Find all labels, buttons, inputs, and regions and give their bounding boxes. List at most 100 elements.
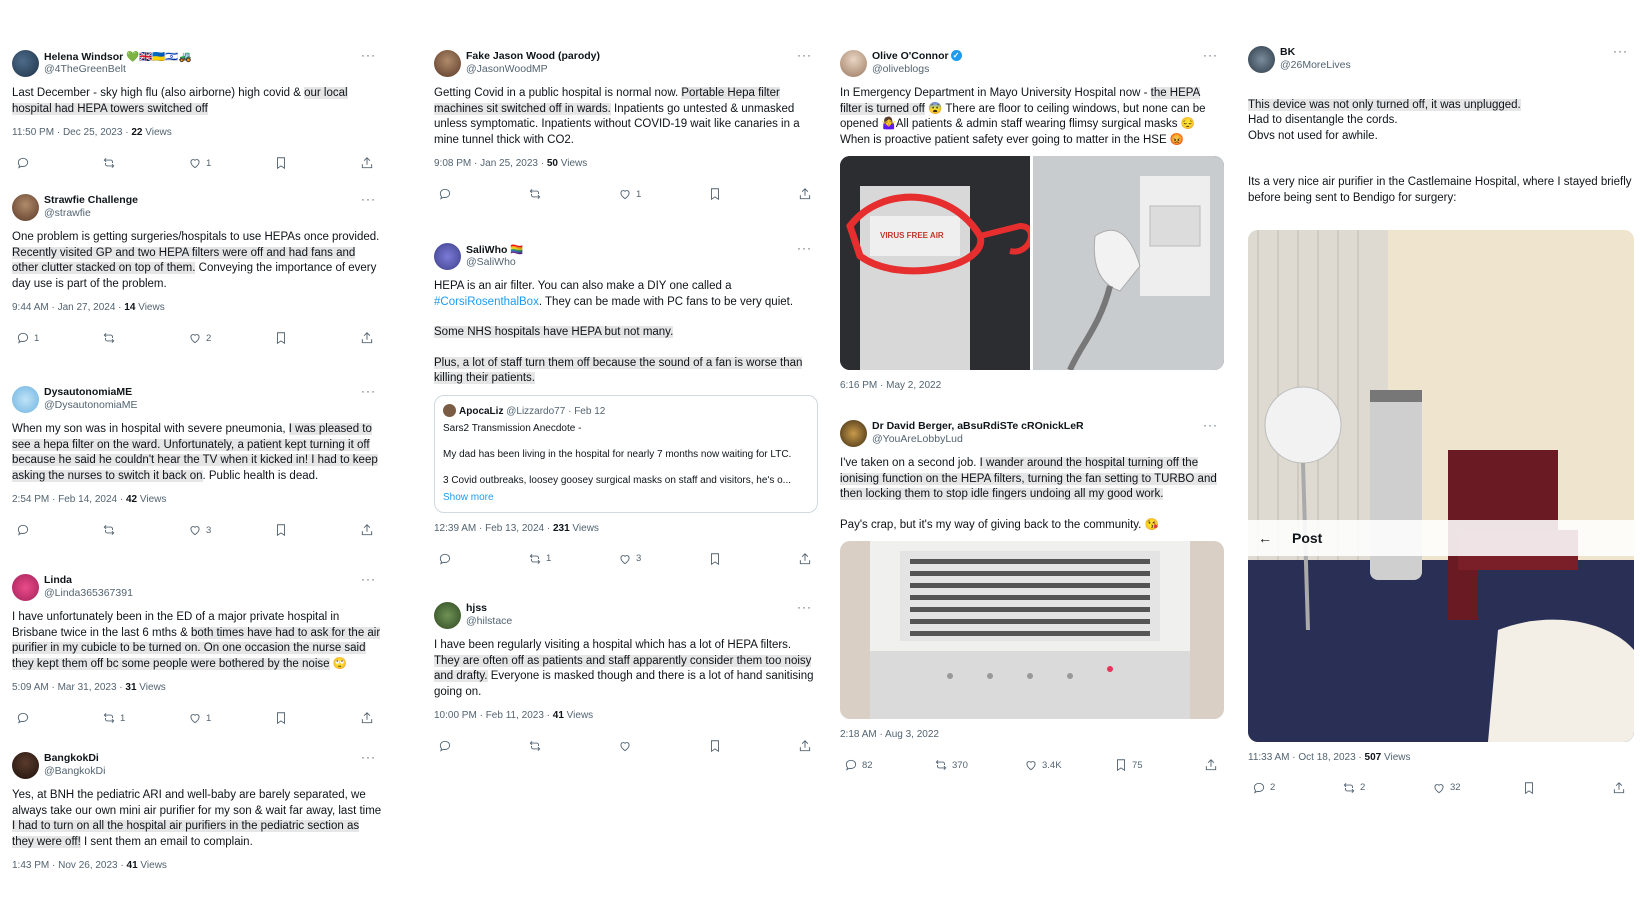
bookmark-button[interactable] xyxy=(274,523,288,537)
like-button[interactable]: 1 xyxy=(188,711,211,725)
reply-button[interactable]: 2 xyxy=(1252,781,1275,795)
bookmark-button[interactable]: 75 xyxy=(1114,758,1143,772)
author-name[interactable]: Linda xyxy=(44,574,72,586)
avatar[interactable] xyxy=(12,386,39,413)
author-name[interactable]: SaliWho 🏳️‍🌈 xyxy=(466,243,523,256)
tweet-david-berger[interactable]: Dr David Berger, aBsuRdiSTe cROnickLeR @… xyxy=(840,418,1224,774)
share-button[interactable] xyxy=(360,711,374,725)
retweet-button[interactable] xyxy=(528,739,542,753)
bookmark-button[interactable] xyxy=(708,552,722,566)
more-icon[interactable]: ··· xyxy=(1613,44,1628,58)
tweet-helena[interactable]: Helena Windsor 💚🇬🇧🇺🇦🇮🇱🚜 @4TheGreenBelt ·… xyxy=(12,48,382,172)
retweet-button[interactable] xyxy=(102,156,120,170)
avatar[interactable] xyxy=(12,574,39,601)
author-name[interactable]: Dr David Berger, aBsuRdiSTe cROnickLeR xyxy=(872,420,1084,432)
author-handle[interactable]: @strawfie xyxy=(44,207,91,219)
timestamp[interactable]: 12:39 AM · Feb 13, 2024 · xyxy=(434,523,553,534)
author-handle[interactable]: @4TheGreenBelt xyxy=(44,63,126,75)
avatar[interactable] xyxy=(12,194,39,221)
tweet-hjss[interactable]: hjss @hilstace ··· I have been regularly… xyxy=(434,600,818,755)
tweet-image[interactable]: ← Post xyxy=(1248,229,1634,742)
author-name[interactable]: Olive O'Connor ✓ xyxy=(872,50,962,62)
avatar[interactable] xyxy=(434,602,461,629)
more-icon[interactable]: ··· xyxy=(797,600,812,614)
share-button[interactable] xyxy=(1612,781,1626,795)
show-more-link[interactable]: Show more xyxy=(443,492,494,503)
timestamp[interactable]: 6:16 PM · May 2, 2022 xyxy=(840,380,941,391)
share-button[interactable] xyxy=(360,331,374,345)
author-name[interactable]: hjss xyxy=(466,602,487,614)
bookmark-button[interactable] xyxy=(1522,781,1536,795)
tweet-image[interactable]: VIRUS FREE AIR xyxy=(840,156,1224,371)
reply-button[interactable] xyxy=(438,187,456,201)
tweet-dysautonomiame[interactable]: DysautonomiaME @DysautonomiaME ··· When … xyxy=(12,384,382,539)
timestamp[interactable]: 11:33 AM · Oct 18, 2023 · xyxy=(1248,752,1365,763)
timestamp[interactable]: 5:09 AM · Mar 31, 2023 · xyxy=(12,682,125,693)
author-name[interactable]: BK xyxy=(1280,46,1295,58)
tweet-image[interactable] xyxy=(840,541,1224,720)
timestamp[interactable]: 1:43 PM · Nov 26, 2023 · xyxy=(12,860,127,871)
retweet-button[interactable] xyxy=(102,331,120,345)
like-button[interactable]: 3 xyxy=(618,552,641,566)
more-icon[interactable]: ··· xyxy=(1203,418,1218,432)
share-button[interactable] xyxy=(798,739,812,753)
tweet-linda[interactable]: Linda @Linda365367391 ··· I have unfortu… xyxy=(12,572,382,727)
like-button[interactable]: 2 xyxy=(188,331,211,345)
avatar[interactable] xyxy=(840,50,867,77)
avatar[interactable] xyxy=(840,420,867,447)
reply-button[interactable]: 82 xyxy=(844,758,873,772)
quoted-tweet[interactable]: ApocaLiz @Lizzardo77 · Feb 12 Sars2 Tran… xyxy=(434,394,818,513)
timestamp[interactable]: 9:08 PM · Jan 25, 2023 · xyxy=(434,158,547,169)
author-handle[interactable]: @26MoreLives xyxy=(1280,59,1351,71)
reply-button[interactable] xyxy=(438,739,452,753)
tweet-strawfie[interactable]: Strawfie Challenge @strawfie ··· One pro… xyxy=(12,192,382,347)
author-handle[interactable]: @YouAreLobbyLud xyxy=(872,433,963,445)
avatar[interactable] xyxy=(12,752,39,779)
share-button[interactable] xyxy=(1204,758,1218,772)
author-name[interactable]: BangkokDi xyxy=(44,752,99,764)
author-handle[interactable]: @JasonWoodMP xyxy=(466,63,548,75)
share-button[interactable] xyxy=(360,523,374,537)
author-handle[interactable]: @Linda365367391 xyxy=(44,587,133,599)
author-handle[interactable]: @DysautonomiaME xyxy=(44,399,138,411)
retweet-button[interactable]: 1 xyxy=(528,552,551,566)
more-icon[interactable]: ··· xyxy=(361,384,376,398)
avatar[interactable] xyxy=(434,243,461,270)
retweet-button[interactable] xyxy=(528,187,546,201)
retweet-button[interactable]: 2 xyxy=(1342,781,1365,795)
retweet-button[interactable]: 370 xyxy=(934,758,968,772)
author-name[interactable]: Fake Jason Wood (parody) xyxy=(466,50,600,62)
reply-button[interactable]: 1 xyxy=(16,331,39,345)
reply-button[interactable] xyxy=(16,156,34,170)
tweet-saliwho[interactable]: SaliWho 🏳️‍🌈 @SaliWho ··· HEPA is an air… xyxy=(434,241,818,568)
tweet-olive-oconnor[interactable]: Olive O'Connor ✓ @oliveblogs ··· In Emerg… xyxy=(840,48,1224,391)
retweet-button[interactable] xyxy=(102,523,120,537)
like-button[interactable]: 1 xyxy=(618,187,641,201)
bookmark-button[interactable] xyxy=(274,156,288,170)
more-icon[interactable]: ··· xyxy=(361,48,376,62)
reply-button[interactable] xyxy=(438,552,456,566)
retweet-button[interactable]: 1 xyxy=(102,711,125,725)
share-button[interactable] xyxy=(360,156,374,170)
timestamp[interactable]: 10:00 PM · Feb 11, 2023 · xyxy=(434,710,553,721)
timestamp[interactable]: 2:18 AM · Aug 3, 2022 xyxy=(840,729,939,740)
more-icon[interactable]: ··· xyxy=(797,241,812,255)
bookmark-button[interactable] xyxy=(708,187,722,201)
like-button[interactable]: 3.4K xyxy=(1024,758,1062,772)
author-name[interactable]: Helena Windsor 💚🇬🇧🇺🇦🇮🇱🚜 xyxy=(44,50,192,63)
author-name[interactable]: DysautonomiaME xyxy=(44,386,132,398)
more-icon[interactable]: ··· xyxy=(1203,48,1218,62)
back-arrow-icon[interactable]: ← xyxy=(1258,530,1272,546)
like-button[interactable]: 3 xyxy=(188,523,211,537)
author-handle[interactable]: @SaliWho xyxy=(466,256,516,268)
tweet-bk[interactable]: BK @26MoreLives ··· This device was not … xyxy=(1248,44,1634,797)
more-icon[interactable]: ··· xyxy=(797,48,812,62)
like-button[interactable]: 32 xyxy=(1432,781,1461,795)
reply-button[interactable] xyxy=(16,523,34,537)
reply-button[interactable] xyxy=(16,711,34,725)
timestamp[interactable]: 9:44 AM · Jan 27, 2024 · xyxy=(12,302,124,313)
author-handle[interactable]: @hilstace xyxy=(466,615,512,627)
like-button[interactable]: 1 xyxy=(188,156,211,170)
more-icon[interactable]: ··· xyxy=(361,750,376,764)
more-icon[interactable]: ··· xyxy=(361,192,376,206)
